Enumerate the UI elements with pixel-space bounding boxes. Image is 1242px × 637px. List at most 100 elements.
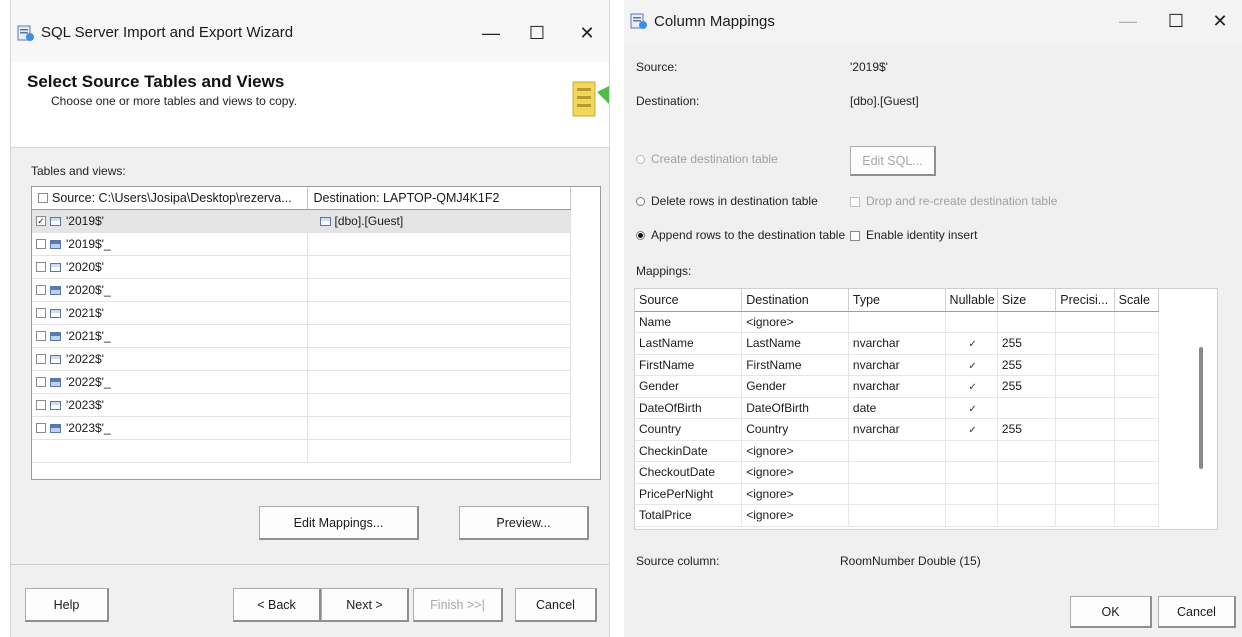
size-cell[interactable]: 255: [997, 332, 1057, 355]
type-cell[interactable]: nvarchar: [848, 354, 946, 376]
row-checkbox[interactable]: [36, 423, 46, 434]
table-row[interactable]: '2022$': [32, 347, 571, 371]
type-cell[interactable]: date: [848, 397, 946, 419]
col-scale[interactable]: Scale: [1114, 289, 1160, 312]
destination-cell[interactable]: FirstName: [741, 354, 849, 376]
select-all-checkbox[interactable]: [38, 193, 48, 204]
table-row[interactable]: '2020$'_: [32, 278, 571, 302]
nullable-cell[interactable]: ✓: [945, 332, 998, 355]
precision-cell[interactable]: [1055, 375, 1115, 398]
row-checkbox[interactable]: ✓: [36, 216, 46, 227]
nullable-checkbox[interactable]: ✓: [968, 426, 978, 436]
mappings-scrollbar[interactable]: [1199, 347, 1203, 469]
type-cell[interactable]: [848, 483, 946, 505]
source-cell[interactable]: '2021$'_: [32, 324, 308, 348]
mapping-row[interactable]: Country Country nvarchar ✓ 255: [635, 418, 1160, 441]
mapping-row[interactable]: CheckoutDate <ignore>: [635, 461, 1160, 484]
row-checkbox[interactable]: [36, 262, 46, 273]
row-checkbox[interactable]: [36, 308, 46, 319]
table-row[interactable]: '2022$'_: [32, 370, 571, 394]
mapping-row[interactable]: DateOfBirth DateOfBirth date ✓: [635, 397, 1160, 419]
destination-cell[interactable]: [dbo].[Guest]: [307, 209, 571, 233]
source-cell[interactable]: Gender: [635, 375, 743, 398]
size-cell[interactable]: [997, 461, 1057, 484]
drop-recreate-checkbox[interactable]: [850, 196, 860, 207]
source-cell[interactable]: '2023$': [32, 393, 308, 417]
nullable-checkbox[interactable]: ✓: [968, 340, 978, 350]
table-row[interactable]: '2023$': [32, 393, 571, 417]
maximize-button[interactable]: ☐: [517, 18, 557, 48]
drop-recreate-option[interactable]: Drop and re-create destination table: [850, 194, 1057, 208]
cancel-button[interactable]: Cancel: [515, 588, 597, 622]
scale-cell[interactable]: [1114, 397, 1160, 419]
col-nullable[interactable]: Nullable: [945, 289, 998, 312]
row-checkbox[interactable]: [36, 377, 46, 388]
size-cell[interactable]: [997, 483, 1057, 505]
row-checkbox[interactable]: [36, 239, 46, 250]
table-row[interactable]: '2019$'_: [32, 232, 571, 256]
source-cell[interactable]: CheckoutDate: [635, 461, 743, 484]
precision-cell[interactable]: [1055, 311, 1115, 333]
precision-cell[interactable]: [1055, 440, 1115, 462]
col-size[interactable]: Size: [997, 289, 1057, 312]
scale-cell[interactable]: [1114, 504, 1160, 527]
source-cell[interactable]: DateOfBirth: [635, 397, 743, 419]
nullable-checkbox[interactable]: ✓: [968, 404, 978, 415]
source-cell[interactable]: '2021$': [32, 301, 308, 325]
precision-cell[interactable]: [1055, 461, 1115, 484]
destination-cell[interactable]: DateOfBirth: [741, 397, 849, 419]
precision-cell[interactable]: [1055, 397, 1115, 419]
source-cell[interactable]: '2020$': [32, 255, 308, 279]
mappings-grid[interactable]: Source Destination Type Nullable Size Pr…: [634, 288, 1218, 530]
scale-cell[interactable]: [1114, 311, 1160, 333]
source-cell[interactable]: ✓ '2019$': [32, 209, 308, 233]
mapping-row[interactable]: Name <ignore>: [635, 311, 1160, 333]
table-row[interactable]: '2021$': [32, 301, 571, 325]
destination-cell[interactable]: [307, 416, 571, 440]
mapping-row[interactable]: LastName LastName nvarchar ✓ 255: [635, 332, 1160, 355]
nullable-cell[interactable]: ✓: [945, 375, 998, 398]
type-cell[interactable]: nvarchar: [848, 332, 946, 355]
size-cell[interactable]: [997, 397, 1057, 419]
append-rows-radio[interactable]: [636, 231, 645, 241]
type-cell[interactable]: [848, 461, 946, 484]
scale-cell[interactable]: [1114, 332, 1160, 355]
nullable-cell[interactable]: [945, 440, 998, 462]
delete-rows-option[interactable]: Delete rows in destination table: [636, 194, 818, 208]
nullable-cell[interactable]: ✓: [945, 418, 998, 441]
scale-cell[interactable]: [1114, 375, 1160, 398]
create-table-radio[interactable]: [636, 155, 645, 165]
next-button[interactable]: Next >: [321, 588, 409, 622]
nullable-cell[interactable]: [945, 311, 998, 333]
size-cell[interactable]: [997, 311, 1057, 333]
size-cell[interactable]: 255: [997, 375, 1057, 398]
finish-button[interactable]: Finish >>|: [413, 588, 503, 622]
source-cell[interactable]: CheckinDate: [635, 440, 743, 462]
edit-mappings-button[interactable]: Edit Mappings...: [259, 506, 419, 540]
destination-cell[interactable]: <ignore>: [741, 483, 849, 505]
table-row[interactable]: '2023$'_: [32, 416, 571, 440]
mapping-row[interactable]: Gender Gender nvarchar ✓ 255: [635, 375, 1160, 398]
destination-cell[interactable]: [307, 347, 571, 371]
col-type[interactable]: Type: [848, 289, 946, 312]
precision-cell[interactable]: [1055, 354, 1115, 376]
scale-cell[interactable]: [1114, 418, 1160, 441]
source-cell[interactable]: PricePerNight: [635, 483, 743, 505]
destination-cell[interactable]: Country: [741, 418, 849, 441]
append-rows-option[interactable]: Append rows to the destination table: [636, 228, 845, 242]
table-row[interactable]: '2021$'_: [32, 324, 571, 348]
destination-cell[interactable]: [307, 232, 571, 256]
mappings-minimize-button[interactable]: —: [1108, 6, 1148, 36]
mapping-row[interactable]: CheckinDate <ignore>: [635, 440, 1160, 462]
back-button[interactable]: < Back: [233, 588, 321, 622]
table-row[interactable]: '2020$': [32, 255, 571, 279]
scale-cell[interactable]: [1114, 461, 1160, 484]
identity-insert-option[interactable]: Enable identity insert: [850, 228, 977, 242]
mapping-row[interactable]: TotalPrice <ignore>: [635, 504, 1160, 527]
delete-rows-radio[interactable]: [636, 197, 645, 207]
size-cell[interactable]: [997, 440, 1057, 462]
type-cell[interactable]: [848, 504, 946, 527]
source-tables-grid[interactable]: Source: C:\Users\Josipa\Desktop\rezerva.…: [31, 186, 601, 480]
destination-cell[interactable]: <ignore>: [741, 311, 849, 333]
table-row[interactable]: ✓ '2019$' [dbo].[Guest]: [32, 209, 571, 233]
